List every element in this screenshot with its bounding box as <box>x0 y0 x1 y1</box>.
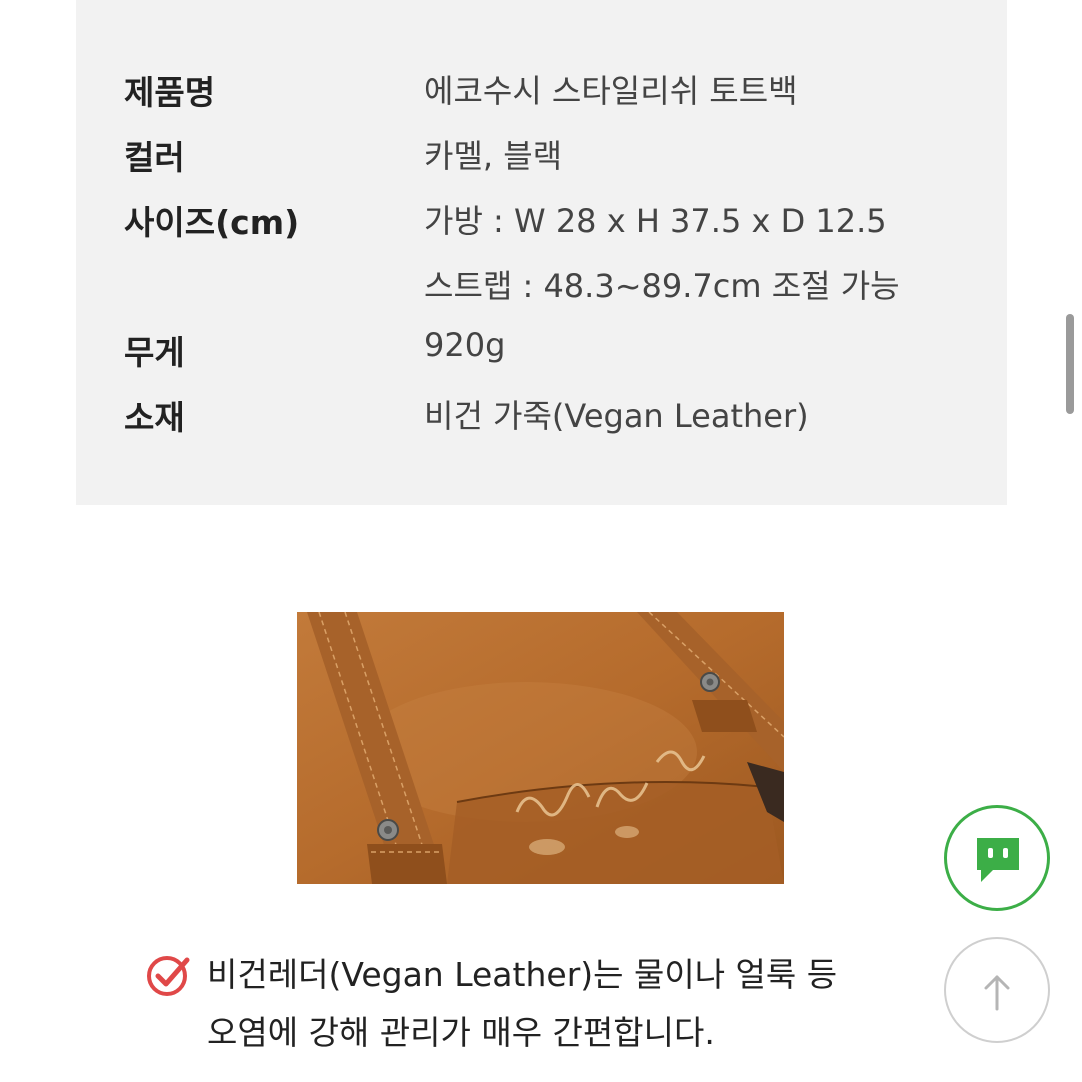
spec-value: 카멜, 블랙 <box>424 137 563 175</box>
spec-row-size: 사이즈(cm) 가방 : W 28 x H 37.5 x D 12.5 <box>124 196 987 246</box>
spec-row-name: 제품명 에코수시 스타일리쉬 토트백 <box>124 66 987 116</box>
spec-label: 컬러 <box>124 138 185 177</box>
scroll-to-top-button[interactable] <box>944 937 1050 1043</box>
spec-row-material: 소재 비건 가죽(Vegan Leather) <box>124 391 987 441</box>
spec-label: 소재 <box>124 398 185 437</box>
spec-value: 가방 : W 28 x H 37.5 x D 12.5 <box>424 202 887 240</box>
note-line-2: 오염에 강해 관리가 매우 간편합니다. <box>207 1013 715 1052</box>
scrollbar-thumb[interactable] <box>1066 314 1074 414</box>
spec-value: 비건 가죽(Vegan Leather) <box>424 397 809 435</box>
leather-bag-image <box>297 612 784 884</box>
check-circle-icon <box>147 956 190 996</box>
spec-row-color: 컬러 카멜, 블랙 <box>124 131 987 181</box>
spec-value: 스트랩 : 48.3~89.7cm 조절 가능 <box>424 267 900 305</box>
chat-icon <box>977 838 1019 882</box>
note-line-1: 비건레더(Vegan Leather)는 물이나 얼룩 등 <box>207 955 838 994</box>
spec-row-strap: 스트랩 : 48.3~89.7cm 조절 가능 <box>124 261 987 311</box>
product-photo <box>297 612 784 884</box>
spec-label: 제품명 <box>124 73 216 112</box>
spec-value: 920g <box>424 326 506 364</box>
chat-button[interactable] <box>944 805 1050 911</box>
spec-label: 사이즈(cm) <box>124 203 300 242</box>
spec-value: 에코수시 스타일리쉬 토트백 <box>424 72 798 110</box>
spec-row-weight: 무게 920g <box>124 326 987 376</box>
arrow-up-icon <box>984 975 1010 1011</box>
spec-panel: 제품명 에코수시 스타일리쉬 토트백 컬러 카멜, 블랙 사이즈(cm) 가방 … <box>76 0 1007 505</box>
spec-label: 무게 <box>124 333 185 372</box>
